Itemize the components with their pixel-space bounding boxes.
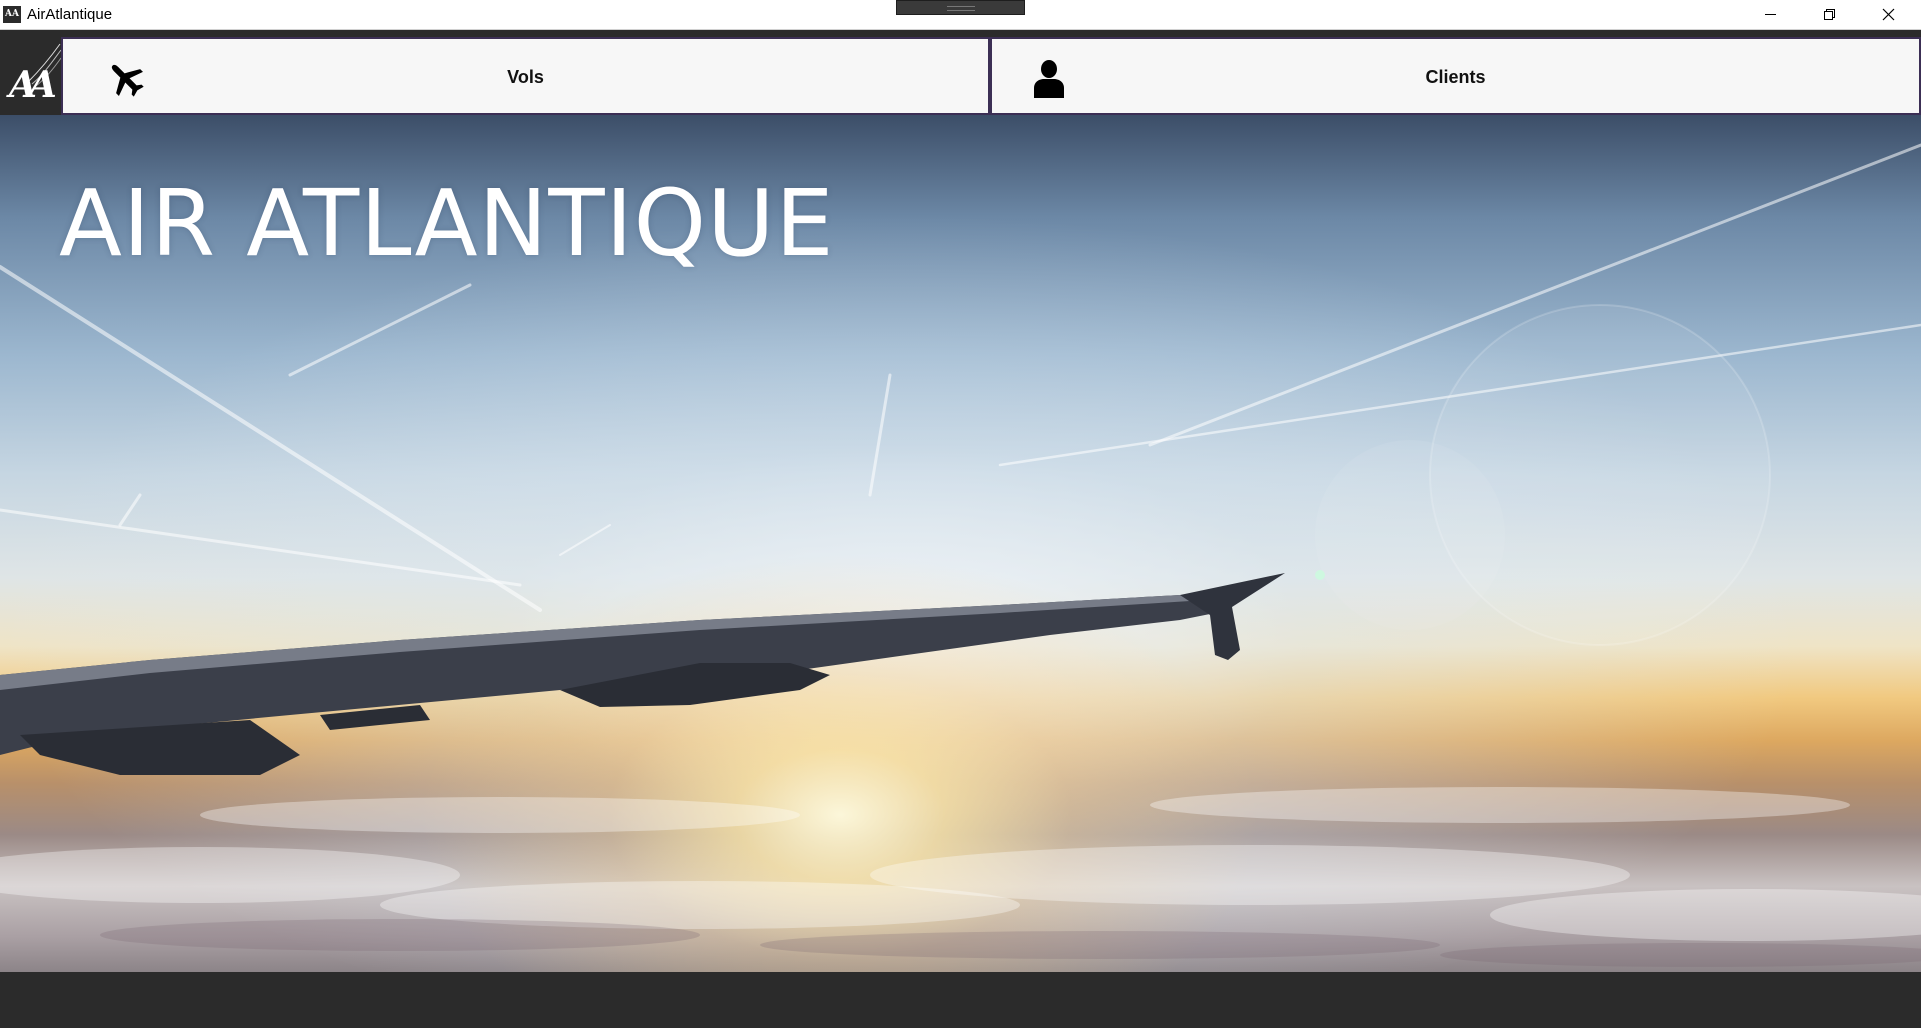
nav-label-vols: Vols (507, 67, 544, 87)
window-title: AirAtlantique (27, 6, 113, 23)
nav-label-clients: Clients (1425, 67, 1486, 87)
hero-banner: AIR ATLANTIQUE (0, 115, 1921, 972)
window-titlebar[interactable]: AA AirAtlantique (0, 0, 1921, 30)
bottom-bar (0, 972, 1921, 1028)
logo-text: AA (9, 64, 57, 106)
restore-button[interactable] (1800, 0, 1859, 29)
minimize-button[interactable] (1741, 0, 1800, 29)
airplane-wing-silhouette (0, 573, 1285, 775)
minimize-icon (1765, 14, 1776, 15)
app-logo-icon: AA (3, 6, 21, 23)
airatlantique-logo: AA (0, 30, 62, 115)
restore-icon (1824, 9, 1835, 20)
close-icon (1882, 8, 1895, 21)
app-area: AA Vols Clients AIR ATLANTIQUE (0, 30, 1921, 1028)
close-button[interactable] (1859, 0, 1918, 29)
nav-button-vols[interactable]: Vols (61, 37, 990, 115)
nav-button-clients[interactable]: Clients (990, 37, 1921, 115)
hero-title: AIR ATLANTIQUE (59, 170, 835, 277)
drag-handle[interactable] (896, 0, 1025, 15)
